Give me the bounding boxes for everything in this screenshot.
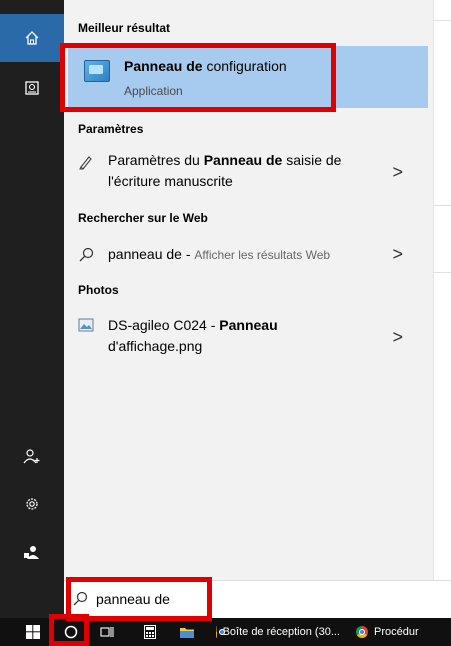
chevron-right-icon: >	[392, 244, 403, 264]
pen-icon	[79, 156, 92, 170]
cortana-circle-icon	[64, 625, 78, 639]
start-menu-rail	[0, 0, 64, 618]
task-view-button[interactable]	[94, 618, 120, 646]
user-icon	[24, 546, 39, 559]
web-result-item[interactable]: panneau de - Afficher les résultats Web …	[64, 244, 433, 268]
section-header-photos: Photos	[78, 283, 119, 297]
folder-icon	[180, 627, 194, 638]
documents-icon	[25, 81, 39, 95]
windows-logo-icon	[26, 625, 40, 639]
search-input[interactable]: panneau de	[96, 591, 170, 607]
documents-button[interactable]	[0, 64, 64, 112]
task-view-icon	[100, 627, 114, 637]
cortana-button[interactable]	[56, 618, 86, 646]
taskbar-app-label: Procédur	[374, 626, 419, 638]
search-box[interactable]: panneau de	[64, 580, 451, 619]
taskbar: Boîte de réception (30... Procédur	[0, 618, 451, 646]
web-result-text: panneau de - Afficher les résultats Web	[108, 246, 331, 262]
chevron-right-icon: >	[392, 327, 403, 347]
photo-result-text: DS-agileo C024 - Panneau d'affichage.png	[108, 317, 278, 354]
chevron-right-icon: >	[392, 162, 403, 182]
search-results-panel: Meilleur résultat Panneau de configurati…	[64, 0, 433, 580]
best-result-item[interactable]: Panneau de configuration Application	[68, 46, 428, 108]
account-button[interactable]	[0, 528, 64, 576]
control-panel-icon	[84, 60, 110, 82]
settings-button[interactable]	[0, 480, 64, 528]
best-result-subtitle: Application	[124, 84, 183, 98]
gear-icon	[26, 498, 38, 510]
photo-result-item[interactable]: DS-agileo C024 - Panneau d'affichage.png…	[64, 315, 433, 363]
chrome-icon	[356, 626, 368, 638]
file-explorer-taskbar-button[interactable]	[174, 618, 200, 646]
taskbar-app-procedure[interactable]: Procédur	[356, 618, 451, 646]
chrome-icon	[216, 626, 222, 638]
taskbar-app-inbox[interactable]: Boîte de réception (30...	[216, 618, 340, 646]
home-button[interactable]	[0, 14, 64, 62]
start-button[interactable]	[20, 618, 46, 646]
section-header-web: Rechercher sur le Web	[78, 211, 208, 225]
preview-pane	[433, 0, 451, 580]
best-result-title: Panneau de configuration	[124, 58, 287, 74]
calculator-taskbar-button[interactable]	[138, 618, 162, 646]
settings-result-text: Paramètres du Panneau de saisie de l'écr…	[108, 152, 342, 189]
settings-result-item[interactable]: Paramètres du Panneau de saisie de l'écr…	[64, 150, 433, 198]
add-user-button[interactable]	[0, 432, 64, 480]
section-header-settings: Paramètres	[78, 122, 144, 136]
search-icon	[73, 591, 88, 606]
search-icon	[79, 247, 94, 262]
calculator-icon	[144, 625, 156, 639]
taskbar-app-label: Boîte de réception (30...	[222, 626, 340, 638]
add-user-icon	[23, 449, 40, 464]
image-file-icon	[78, 318, 94, 332]
home-icon	[25, 31, 39, 45]
section-header-best-match: Meilleur résultat	[78, 21, 171, 35]
